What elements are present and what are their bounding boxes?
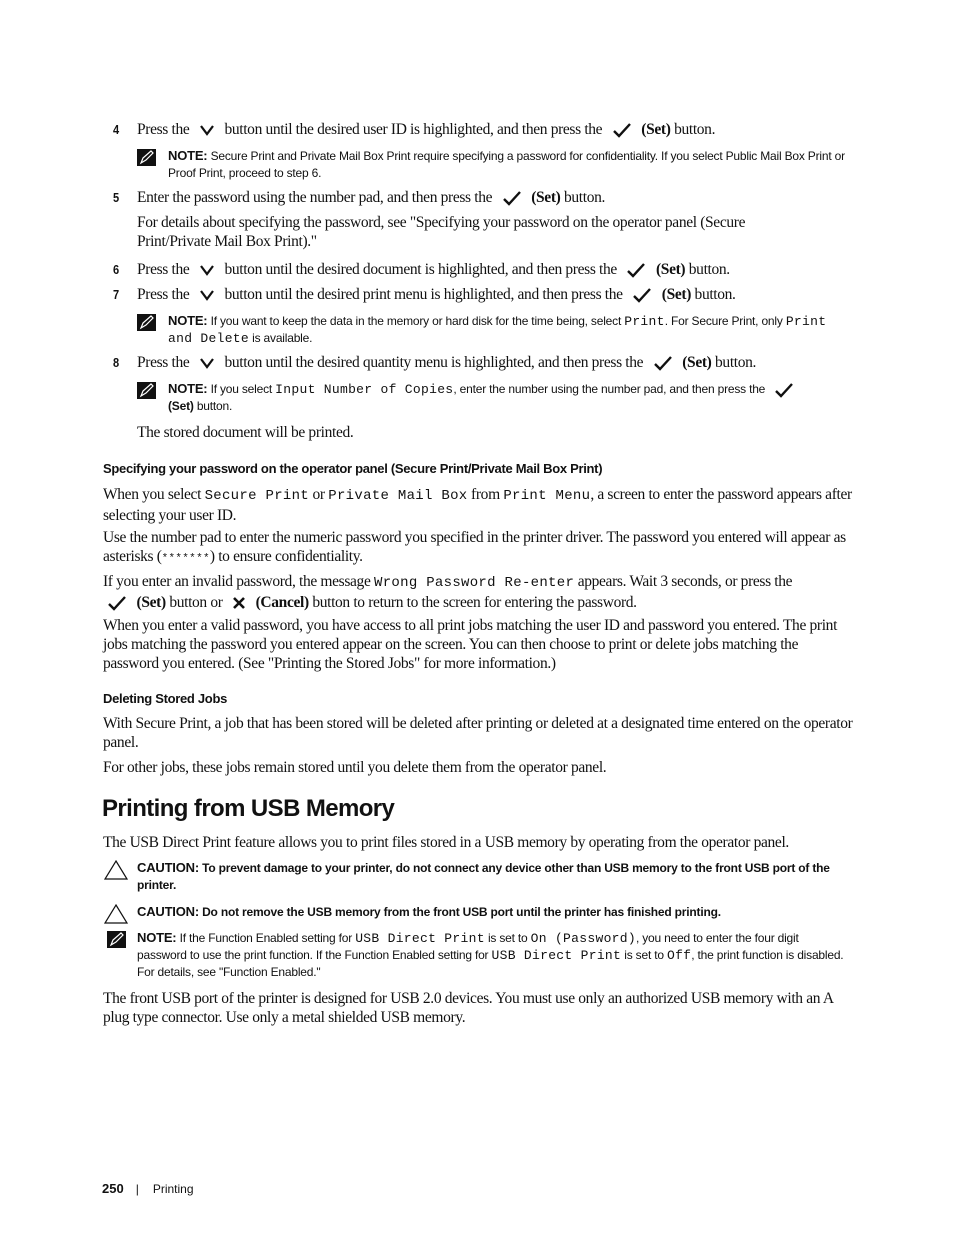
subheading-specifying-password: Specifying your password on the operator… (103, 461, 603, 476)
password-para-2: Use the number pad to enter the numeric … (103, 529, 846, 565)
password-para-3: If you enter an invalid password, the me… (103, 573, 793, 612)
section-title-usb: Printing from USB Memory (102, 795, 395, 822)
subheading-deleting-stored-jobs: Deleting Stored Jobs (103, 691, 228, 706)
usb-intro: The USB Direct Print feature allows you … (103, 834, 789, 851)
deleting-para-2: For other jobs, these jobs remain stored… (103, 759, 607, 776)
chapter-name: Printing (152, 1182, 194, 1196)
down-arrow-icon (199, 264, 215, 277)
note-pencil-icon (137, 382, 156, 399)
note-pencil-icon (137, 149, 156, 166)
checkmark-icon (632, 287, 652, 304)
footer-separator: | (135, 1182, 139, 1196)
stored-printed-text: The stored document will be printed. (137, 424, 354, 441)
checkmark-icon (612, 122, 632, 139)
down-arrow-icon (199, 289, 215, 302)
step-5-detail: For details about specifying the passwor… (137, 214, 746, 250)
cancel-x-icon (232, 596, 246, 610)
checkmark-icon (502, 190, 522, 207)
checkmark-icon (774, 382, 794, 398)
password-para-4: When you enter a valid password, you hav… (103, 617, 838, 672)
step-number: 6 (113, 262, 120, 277)
down-arrow-icon (199, 124, 215, 137)
usb-closing-para: The front USB port of the printer is des… (103, 990, 833, 1026)
password-para-1: When you select Secure Print or Private … (103, 486, 852, 524)
checkmark-icon (107, 595, 127, 612)
page-footer: 250 | Printing (102, 1181, 194, 1196)
step-number: 4 (113, 122, 120, 137)
step-number: 7 (113, 287, 120, 302)
page-number: 250 (102, 1181, 124, 1196)
down-arrow-icon (199, 357, 215, 370)
note-pencil-icon (107, 931, 126, 948)
note-pencil-icon (137, 314, 156, 331)
step-number: 5 (113, 190, 120, 205)
checkmark-icon (653, 355, 673, 372)
checkmark-icon (626, 262, 646, 279)
caution-triangle-icon (103, 859, 129, 886)
deleting-para-1: With Secure Print, a job that has been s… (103, 715, 853, 751)
step-number: 8 (113, 355, 120, 370)
caution-triangle-icon (103, 903, 129, 930)
